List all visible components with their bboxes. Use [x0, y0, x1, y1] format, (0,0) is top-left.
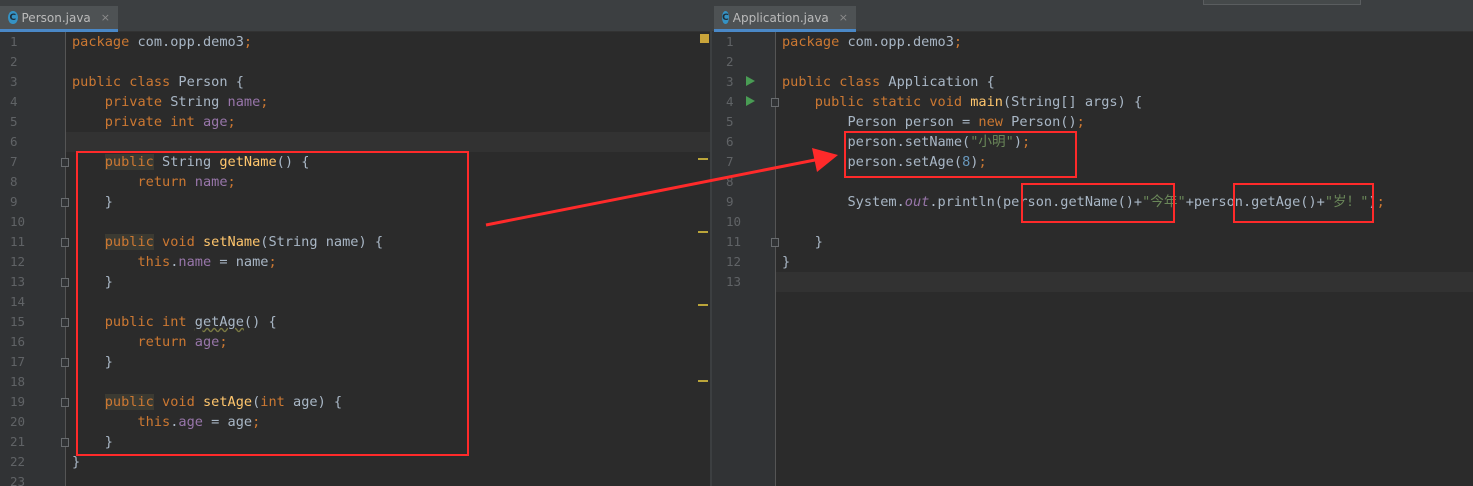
annotation-arrow: [485, 148, 838, 227]
